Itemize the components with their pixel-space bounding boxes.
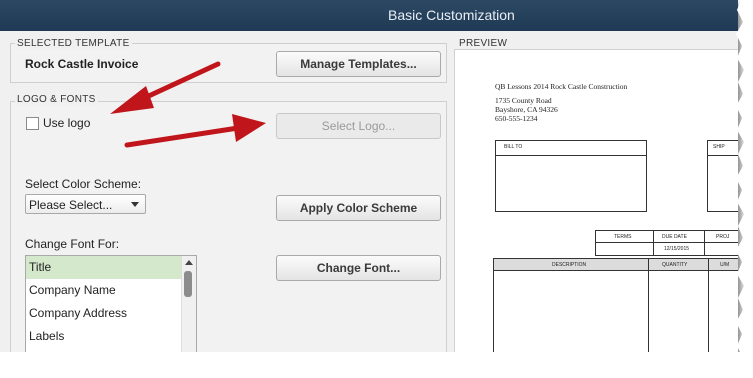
red-arrow-to-use-logo <box>110 61 221 114</box>
annotation-arrows <box>110 61 266 148</box>
red-arrow-to-select-logo <box>124 114 266 148</box>
